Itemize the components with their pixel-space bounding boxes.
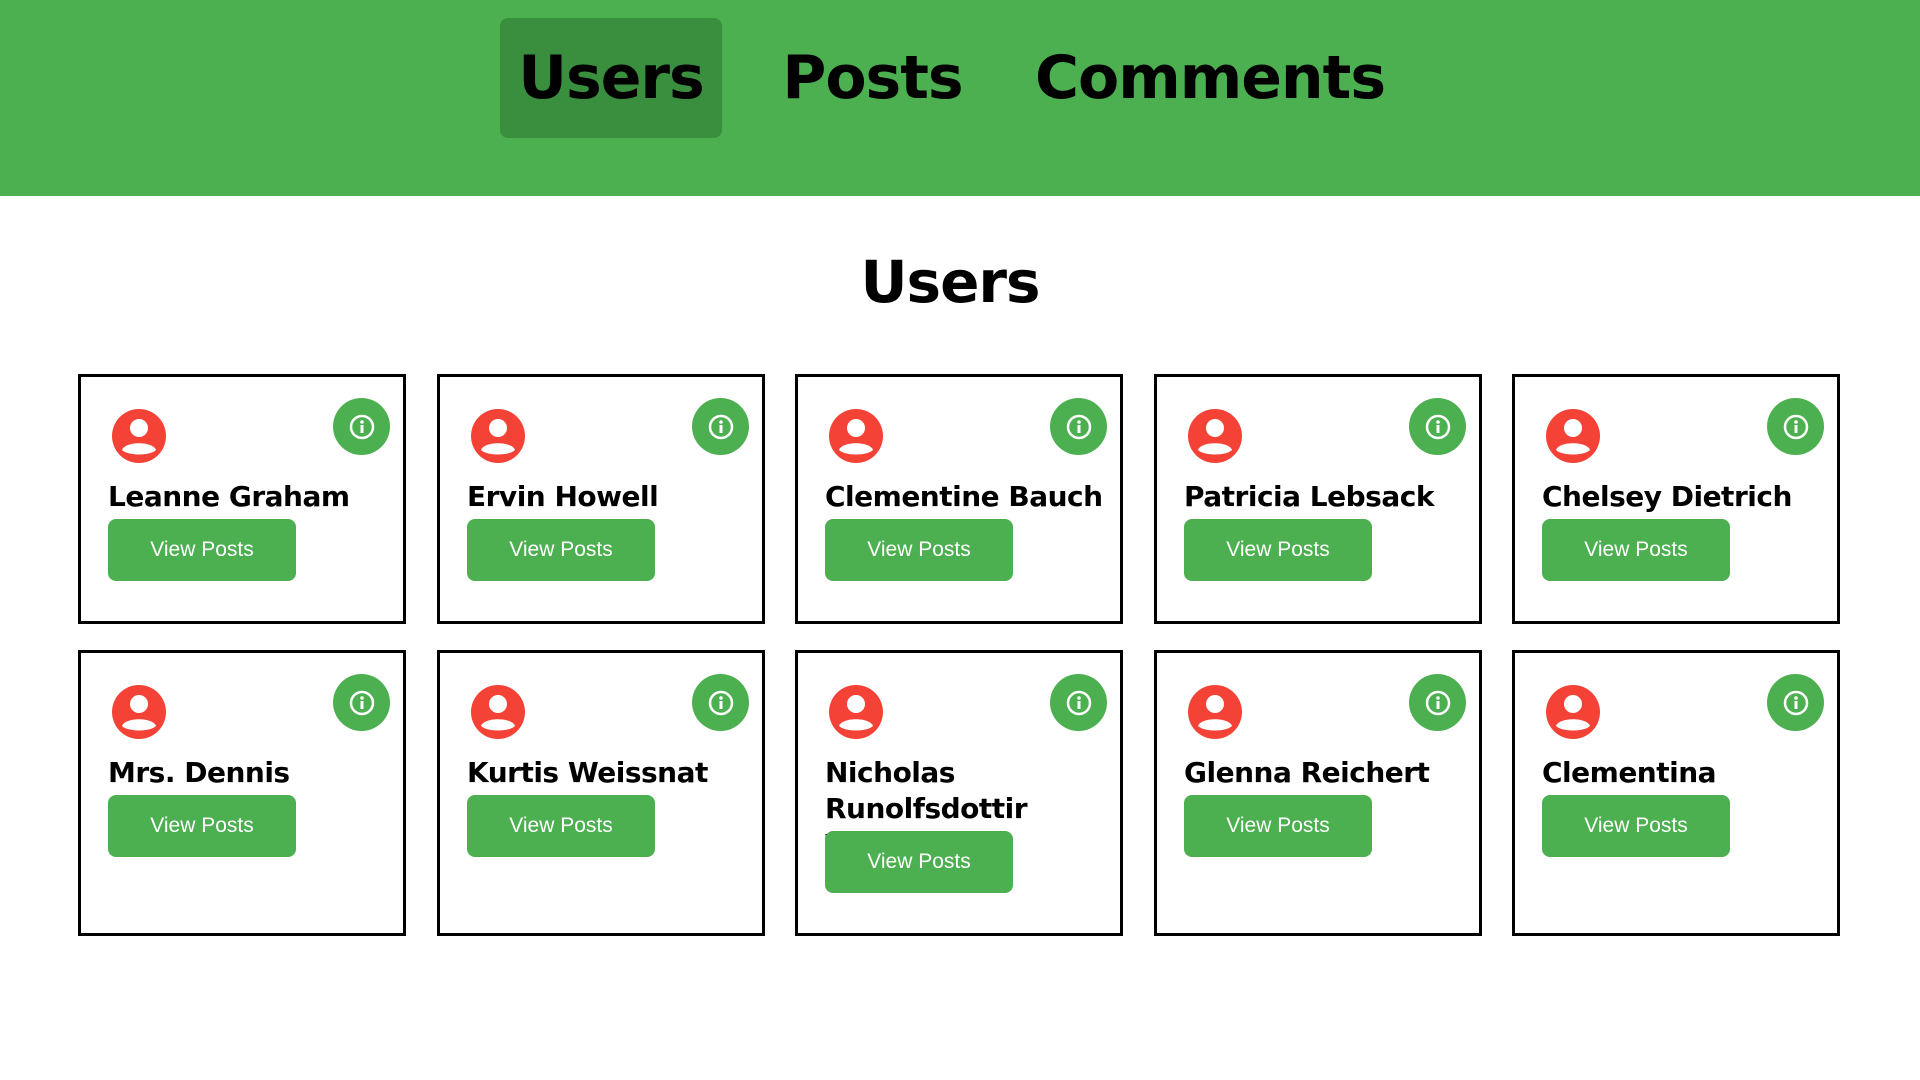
info-button[interactable] <box>333 674 390 731</box>
user-name: Patricia Lebsack <box>1184 480 1434 513</box>
info-icon <box>708 414 733 439</box>
info-icon <box>1425 414 1450 439</box>
view-posts-button[interactable]: View Posts <box>467 519 655 581</box>
user-card: Clementina DuBuque View Posts <box>1512 650 1840 936</box>
page-title: Users <box>860 248 1040 316</box>
user-card: Nicholas Runolfsdottir V View Posts <box>795 650 1123 936</box>
info-button[interactable] <box>1409 398 1466 455</box>
user-name: Kurtis Weissnat <box>467 756 708 789</box>
user-card: Leanne Graham View Posts <box>78 374 406 624</box>
nav-tab-comments[interactable]: Comments <box>1030 18 1390 138</box>
info-button[interactable] <box>1409 674 1466 731</box>
user-avatar-icon <box>1188 409 1242 463</box>
user-avatar-icon <box>829 685 883 739</box>
info-icon <box>1783 414 1808 439</box>
nav-tab-users[interactable]: Users <box>500 18 722 138</box>
info-icon <box>349 690 374 715</box>
user-name: Chelsey Dietrich <box>1542 480 1792 513</box>
user-card: Glenna Reichert View Posts <box>1154 650 1482 936</box>
view-posts-button[interactable]: View Posts <box>1542 795 1730 857</box>
view-posts-button[interactable]: View Posts <box>825 519 1013 581</box>
nav-tab-posts[interactable]: Posts <box>770 18 975 138</box>
user-card: Mrs. Dennis Schulist View Posts <box>78 650 406 936</box>
user-card: Ervin Howell View Posts <box>437 374 765 624</box>
info-icon <box>1066 414 1091 439</box>
info-button[interactable] <box>1767 674 1824 731</box>
user-avatar-icon <box>829 409 883 463</box>
user-card: Clementine Bauch View Posts <box>795 374 1123 624</box>
user-card: Patricia Lebsack View Posts <box>1154 374 1482 624</box>
top-nav-bar: Users Posts Comments <box>0 0 1920 196</box>
view-posts-button[interactable]: View Posts <box>108 795 296 857</box>
user-avatar-icon <box>1546 685 1600 739</box>
user-card: Kurtis Weissnat View Posts <box>437 650 765 936</box>
info-icon <box>1425 690 1450 715</box>
info-icon <box>1783 690 1808 715</box>
user-name: Clementine Bauch <box>825 480 1103 513</box>
user-avatar-icon <box>112 409 166 463</box>
user-name: Ervin Howell <box>467 480 659 513</box>
view-posts-button[interactable]: View Posts <box>1184 795 1372 857</box>
user-avatar-icon <box>471 409 525 463</box>
user-avatar-icon <box>471 685 525 739</box>
info-button[interactable] <box>692 674 749 731</box>
info-button[interactable] <box>333 398 390 455</box>
info-button[interactable] <box>1050 674 1107 731</box>
user-card: Chelsey Dietrich View Posts <box>1512 374 1840 624</box>
info-button[interactable] <box>1050 398 1107 455</box>
info-button[interactable] <box>692 398 749 455</box>
view-posts-button[interactable]: View Posts <box>825 831 1013 893</box>
user-name: Glenna Reichert <box>1184 756 1430 789</box>
info-button[interactable] <box>1767 398 1824 455</box>
user-avatar-icon <box>1188 685 1242 739</box>
user-avatar-icon <box>1546 409 1600 463</box>
info-icon <box>349 414 374 439</box>
user-name: Leanne Graham <box>108 480 350 513</box>
info-icon <box>708 690 733 715</box>
view-posts-button[interactable]: View Posts <box>108 519 296 581</box>
view-posts-button[interactable]: View Posts <box>1184 519 1372 581</box>
info-icon <box>1066 690 1091 715</box>
view-posts-button[interactable]: View Posts <box>467 795 655 857</box>
view-posts-button[interactable]: View Posts <box>1542 519 1730 581</box>
user-avatar-icon <box>112 685 166 739</box>
